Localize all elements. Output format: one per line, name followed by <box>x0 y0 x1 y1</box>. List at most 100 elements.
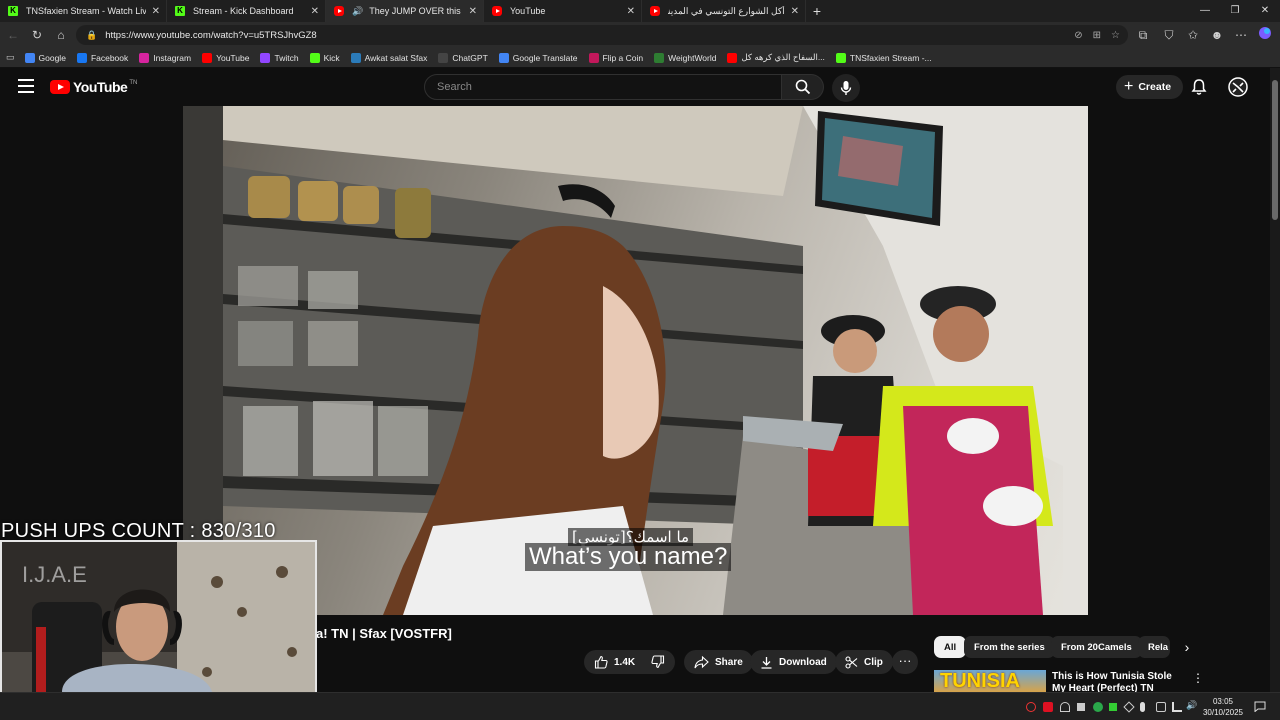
tray-cube-icon[interactable] <box>1123 701 1135 713</box>
dislike-button[interactable] <box>643 650 675 674</box>
video-title: a! TN | Sfax [VOSTFR] <box>316 626 452 641</box>
tray-game-icon[interactable] <box>1093 702 1103 712</box>
voice-search-button[interactable] <box>832 74 860 102</box>
tab-kick-dashboard[interactable]: K Stream - Kick Dashboard ✕ <box>167 0 326 22</box>
browser-essentials-icon[interactable]: ⛉ <box>1160 26 1178 44</box>
settings-more-icon[interactable]: ⋯ <box>1232 26 1250 44</box>
bookmark-item[interactable]: TNSfaxien Stream -... <box>835 52 932 63</box>
bookmark-item[interactable]: Awkat salat Sfax <box>350 52 428 63</box>
youtube-logo[interactable]: YouTube TN <box>50 79 137 95</box>
menu-icon[interactable] <box>18 79 34 93</box>
chip-all[interactable]: All <box>934 636 967 658</box>
back-button[interactable]: ← <box>4 26 22 44</box>
tab-tnsfaxien-stream[interactable]: K TNSfaxien Stream - Watch Live on Kick … <box>0 0 167 22</box>
share-label: Share <box>715 656 743 668</box>
bookmark-label: Google Translate <box>512 52 578 63</box>
bookmark-item[interactable]: ChatGPT <box>438 52 488 63</box>
video-player[interactable]: [تونسي]ما اسمك؟ What’s you name? <box>183 106 1088 615</box>
bookmark-item[interactable]: Facebook <box>76 52 128 63</box>
avatar-icon <box>1228 77 1248 97</box>
tray-shield-icon[interactable] <box>1077 703 1085 711</box>
network-icon[interactable] <box>1172 702 1182 712</box>
url-text: https://www.youtube.com/watch?v=u5TRSJhv… <box>105 29 317 41</box>
create-button[interactable]: + Create <box>1116 75 1184 99</box>
bookmark-item[interactable]: Flip a Coin <box>588 52 643 63</box>
close-tab-icon[interactable]: ✕ <box>311 6 319 17</box>
close-window-button[interactable]: ✕ <box>1250 0 1280 22</box>
close-tab-icon[interactable]: ✕ <box>469 6 477 17</box>
notifications-button[interactable] <box>1190 78 1208 96</box>
chip-from-series[interactable]: From the series <box>964 636 1055 658</box>
recommended-video-thumbnail[interactable]: TUNISIA <box>934 670 1046 692</box>
bookmark-item[interactable]: YouTube <box>202 52 249 63</box>
leaf-icon <box>654 52 665 63</box>
tray-nvidia-icon[interactable] <box>1109 703 1117 711</box>
reload-button[interactable]: ↻ <box>28 26 46 44</box>
home-button[interactable]: ⌂ <box>52 26 70 44</box>
youtube-icon <box>202 52 213 63</box>
copilot-icon[interactable] <box>1256 26 1274 44</box>
address-bar[interactable]: 🔒 https://www.youtube.com/watch?v=u5TRSJ… <box>76 25 1128 45</box>
youtube-icon <box>650 6 660 16</box>
app-available-icon[interactable]: ⊞ <box>1093 30 1101 41</box>
search-input[interactable] <box>437 81 757 93</box>
recommended-video-menu-icon[interactable]: ⋮ <box>1192 671 1204 685</box>
tab-current-video[interactable]: 🔊 They JUMP OVER this Giant Wall! ✕ <box>326 0 484 22</box>
like-button[interactable]: 1.4K <box>584 650 645 674</box>
volume-icon[interactable]: 🔊 <box>1186 700 1198 710</box>
chip-from-channel[interactable]: From 20Camels <box>1051 636 1142 658</box>
profile-icon[interactable]: ☻ <box>1208 26 1226 44</box>
scissors-icon <box>845 655 858 669</box>
notification-center-icon[interactable] <box>1254 701 1266 712</box>
bookmark-item[interactable]: السفاح الذي كرهه كل... <box>727 52 825 63</box>
reading-list-icon[interactable]: ▭ <box>6 52 15 63</box>
page-scrollbar-thumb[interactable] <box>1272 80 1278 220</box>
bookmark-label: Kick <box>323 52 340 63</box>
share-icon <box>694 655 709 668</box>
bookmark-label: WeightWorld <box>668 52 717 63</box>
like-count: 1.4K <box>614 656 636 668</box>
search-button[interactable] <box>782 74 824 100</box>
bookmark-item[interactable]: WeightWorld <box>654 52 717 63</box>
tray-display-icon[interactable] <box>1156 702 1166 712</box>
tab-youtube[interactable]: YouTube ✕ <box>484 0 642 22</box>
clock-date: 30/10/2025 <box>1202 708 1244 717</box>
search-box[interactable] <box>424 74 782 100</box>
bookmark-item[interactable]: Instagram <box>139 52 191 63</box>
chip-related[interactable]: Rela <box>1138 636 1170 658</box>
favorites-icon[interactable]: ✩ <box>1184 26 1202 44</box>
chatgpt-icon <box>438 52 449 63</box>
close-tab-icon[interactable]: ✕ <box>152 6 160 17</box>
close-tab-icon[interactable]: ✕ <box>627 6 635 17</box>
lock-icon[interactable]: 🔒 <box>86 30 97 41</box>
more-actions-button[interactable]: ··· <box>892 650 918 674</box>
clip-button[interactable]: Clip <box>835 650 893 674</box>
favorite-star-icon[interactable]: ☆ <box>1111 30 1120 41</box>
account-avatar[interactable] <box>1228 77 1248 97</box>
restore-button[interactable]: ❐ <box>1220 0 1250 22</box>
share-button[interactable]: Share <box>684 650 753 674</box>
tray-microphone-icon[interactable] <box>1140 702 1145 712</box>
tray-headset-icon[interactable] <box>1060 702 1070 712</box>
bookmark-item[interactable]: Google <box>24 52 66 63</box>
thumbs-down-icon <box>651 655 665 669</box>
bookmark-item[interactable]: Kick <box>309 52 340 63</box>
youtube-play-icon <box>50 80 70 94</box>
extensions-icon[interactable]: ⧉ <box>1134 26 1152 44</box>
tab-arabic-video[interactable]: أكل الشوارع التونسي في المدينة الع ✕ <box>642 0 806 22</box>
download-button[interactable]: Download <box>750 650 837 674</box>
bookmark-item[interactable]: Twitch <box>260 52 299 63</box>
chevron-right-icon[interactable]: › <box>1178 638 1196 656</box>
system-clock[interactable]: 03:05 30/10/2025 <box>1200 696 1246 718</box>
new-tab-button[interactable]: + <box>806 0 828 22</box>
close-tab-icon[interactable]: ✕ <box>791 6 799 17</box>
tray-record-icon[interactable] <box>1043 702 1053 712</box>
tray-app-icon[interactable] <box>1026 702 1036 712</box>
browser-tab-strip: K TNSfaxien Stream - Watch Live on Kick … <box>0 0 1280 22</box>
bookmark-label: Awkat salat Sfax <box>364 52 428 63</box>
bookmark-item[interactable]: Google Translate <box>498 52 578 63</box>
mosque-icon <box>350 52 361 63</box>
site-permissions-icon[interactable]: ⊘ <box>1074 30 1082 41</box>
minimize-button[interactable]: — <box>1190 0 1220 22</box>
speaker-icon[interactable]: 🔊 <box>352 6 363 17</box>
